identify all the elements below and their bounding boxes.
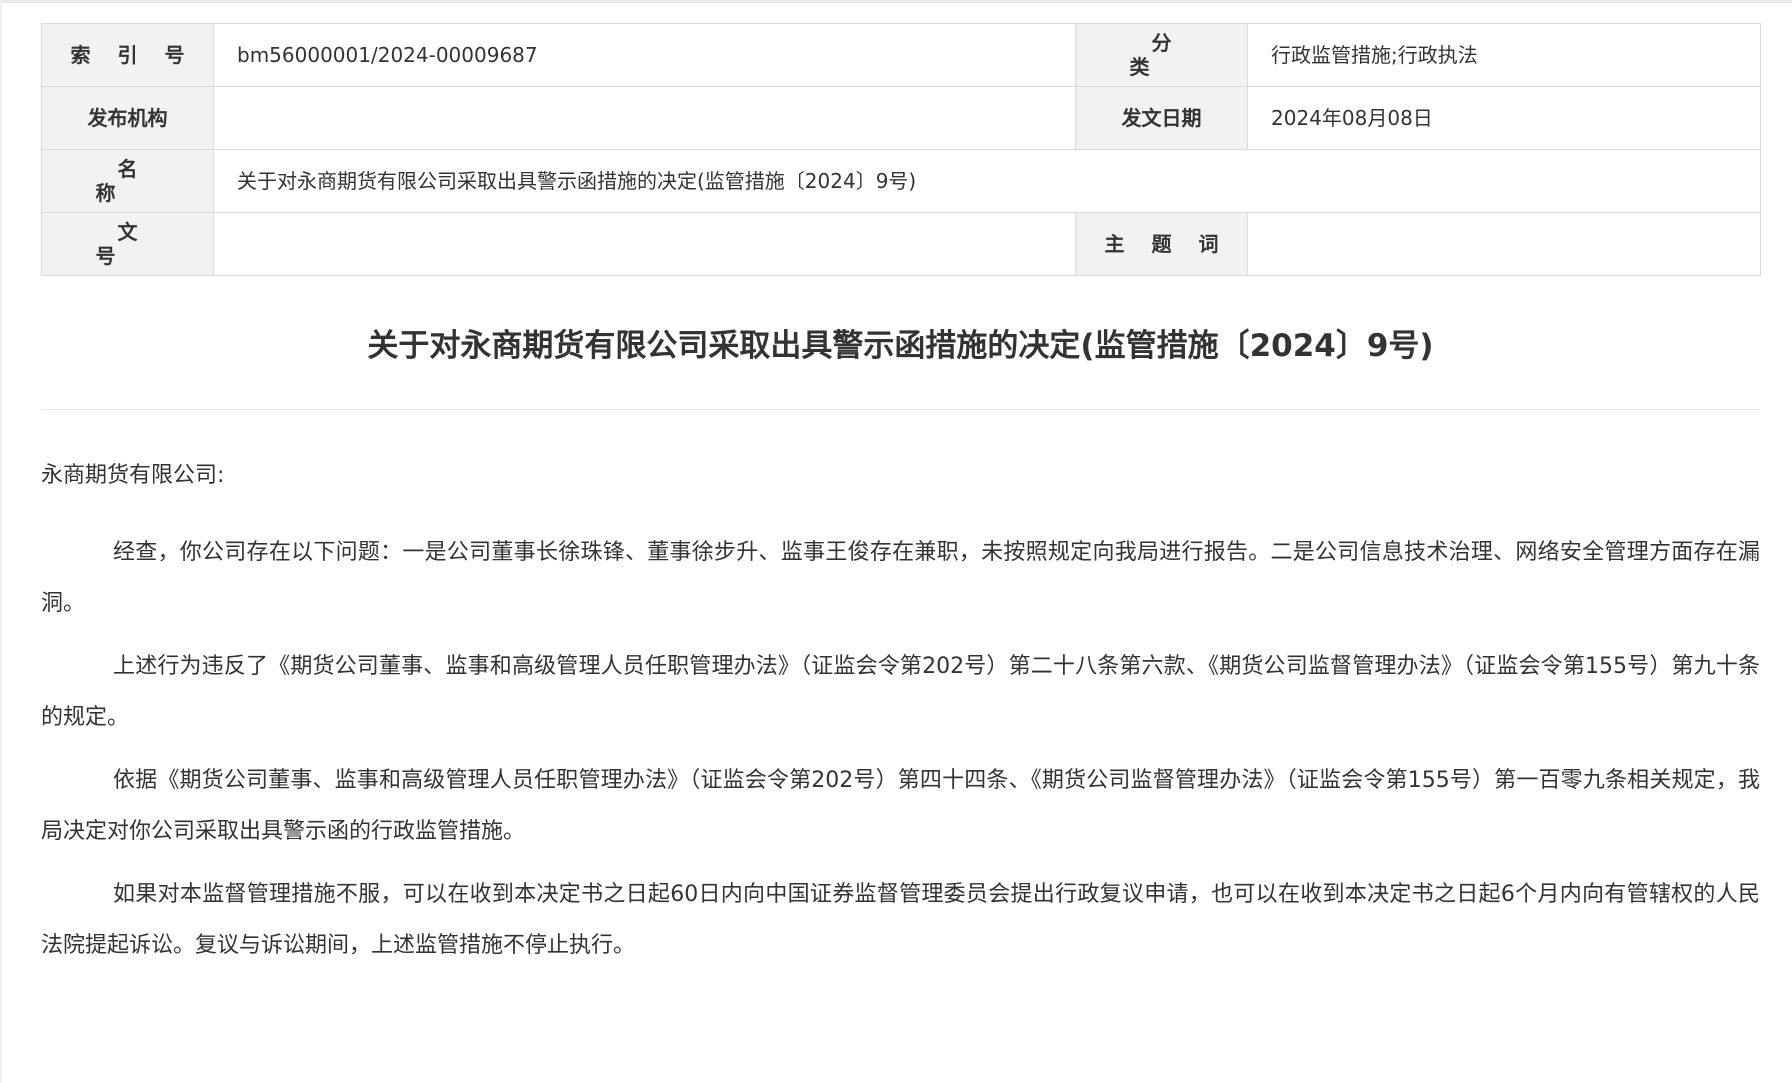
salutation: 永商期货有限公司: bbox=[41, 463, 225, 488]
meta-row-name: 名 称 关于对永商期货有限公司采取出具警示函措施的决定(监管措施〔2024〕9号… bbox=[41, 149, 1761, 213]
name-label-cell: 名 称 bbox=[41, 149, 214, 213]
issuer-value bbox=[213, 86, 1076, 150]
keywords-label-cell: 主 题 词 bbox=[1075, 212, 1248, 276]
keywords-value bbox=[1247, 212, 1761, 276]
name-label: 名 称 bbox=[95, 157, 182, 205]
category-label-cell: 分 类 bbox=[1075, 23, 1248, 87]
page-left-border bbox=[0, 0, 2, 1083]
page-top-border bbox=[0, 0, 1792, 3]
meta-row-index: 索 引 号 bm56000001/2024-00009687 分 类 行政监管措… bbox=[41, 23, 1761, 87]
document-container: 索 引 号 bm56000001/2024-00009687 分 类 行政监管措… bbox=[41, 23, 1761, 971]
paragraph-violations: 上述行为违反了《期货公司董事、监事和高级管理人员任职管理办法》（证监会令第202… bbox=[41, 654, 1760, 730]
issuer-label: 发布机构 bbox=[41, 86, 214, 150]
name-value: 关于对永商期货有限公司采取出具警示函措施的决定(监管措施〔2024〕9号) bbox=[213, 149, 1761, 213]
date-value: 2024年08月08日 bbox=[1247, 86, 1761, 150]
category-label: 分 类 bbox=[1129, 31, 1216, 79]
index-label: 索 引 号 bbox=[70, 43, 195, 67]
keywords-label: 主 题 词 bbox=[1104, 232, 1229, 256]
paragraph-appeal: 如果对本监督管理措施不服，可以在收到本决定书之日起60日内向中国证券监督管理委员… bbox=[41, 882, 1760, 958]
docno-value bbox=[213, 212, 1076, 276]
index-value: bm56000001/2024-00009687 bbox=[213, 23, 1076, 87]
paragraph-findings: 经查，你公司存在以下问题：一是公司董事长徐珠锋、董事徐步升、监事王俊存在兼职，未… bbox=[41, 540, 1760, 616]
metadata-table: 索 引 号 bm56000001/2024-00009687 分 类 行政监管措… bbox=[41, 23, 1761, 276]
title-divider bbox=[41, 409, 1760, 410]
paragraph-decision: 依据《期货公司董事、监事和高级管理人员任职管理办法》（证监会令第202号）第四十… bbox=[41, 768, 1760, 844]
docno-label-cell: 文 号 bbox=[41, 212, 214, 276]
category-value: 行政监管措施;行政执法 bbox=[1247, 23, 1761, 87]
date-label: 发文日期 bbox=[1075, 86, 1248, 150]
meta-row-issuer: 发布机构 发文日期 2024年08月08日 bbox=[41, 86, 1761, 150]
docno-label: 文 号 bbox=[95, 220, 182, 268]
document-title: 关于对永商期货有限公司采取出具警示函措施的决定(监管措施〔2024〕9号) bbox=[367, 328, 1434, 364]
meta-row-docno: 文 号 主 题 词 bbox=[41, 212, 1761, 276]
index-label-cell: 索 引 号 bbox=[41, 23, 214, 87]
